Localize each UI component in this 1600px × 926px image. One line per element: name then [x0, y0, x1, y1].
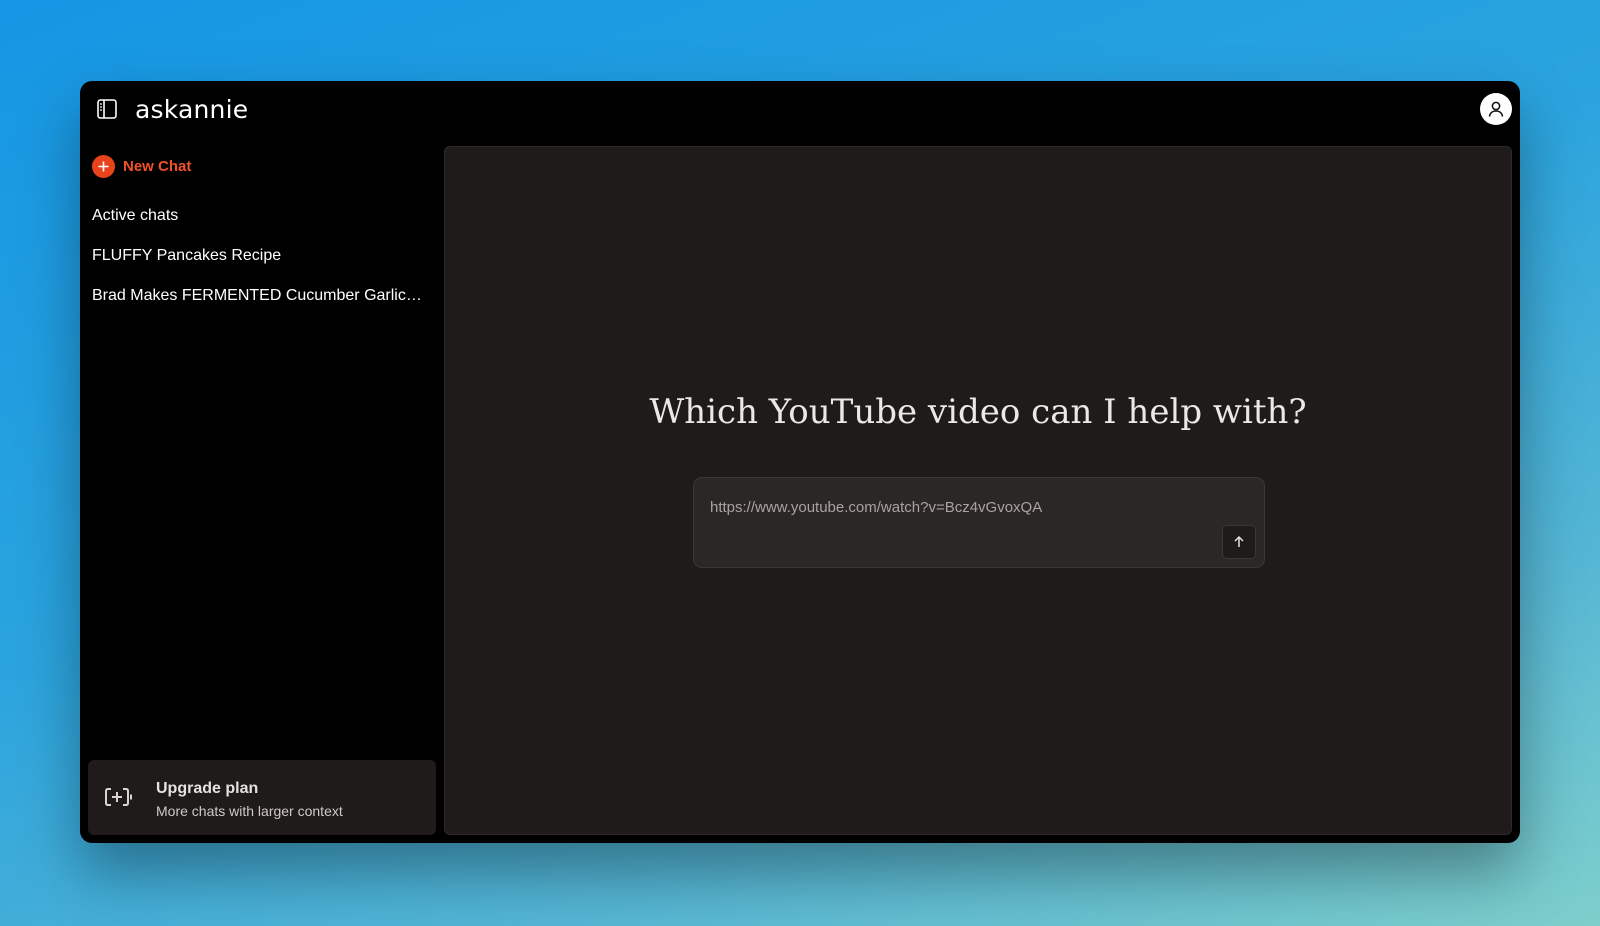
upgrade-plan-title: Upgrade plan — [156, 780, 259, 797]
youtube-url-input[interactable] — [710, 496, 1230, 518]
main-panel: Which YouTube video can I help with? — [444, 146, 1512, 835]
upgrade-plan-button[interactable]: Upgrade plan More chats with larger cont… — [88, 760, 436, 835]
chat-item[interactable]: FLUFFY Pancakes Recipe — [92, 247, 422, 287]
new-chat-button[interactable]: New Chat — [92, 155, 191, 178]
send-button[interactable] — [1222, 525, 1256, 559]
new-chat-label: New Chat — [123, 158, 192, 175]
battery-plus-icon — [104, 785, 136, 814]
arrow-up-icon — [1234, 535, 1244, 547]
sidebar-toggle-icon — [97, 99, 117, 119]
sidebar: New Chat Active chats FLUFFY Pancakes Re… — [80, 145, 436, 843]
url-input-container — [693, 477, 1265, 568]
user-icon — [1488, 101, 1504, 117]
plus-icon — [92, 155, 115, 178]
upgrade-plan-subtitle: More chats with larger context — [156, 803, 343, 819]
page-title: Which YouTube video can I help with? — [649, 392, 1307, 432]
app-window: askannie New Chat Active chats FLUFFY Pa… — [80, 81, 1520, 843]
app-title: askannie — [135, 95, 249, 124]
sidebar-toggle-button[interactable] — [96, 98, 118, 120]
chat-list: FLUFFY Pancakes Recipe Brad Makes FERMEN… — [92, 247, 422, 327]
active-chats-heading: Active chats — [92, 207, 179, 224]
user-avatar-button[interactable] — [1480, 93, 1512, 125]
top-bar: askannie — [80, 81, 1520, 145]
chat-item[interactable]: Brad Makes FERMENTED Cucumber Garlic Pic… — [92, 287, 422, 327]
